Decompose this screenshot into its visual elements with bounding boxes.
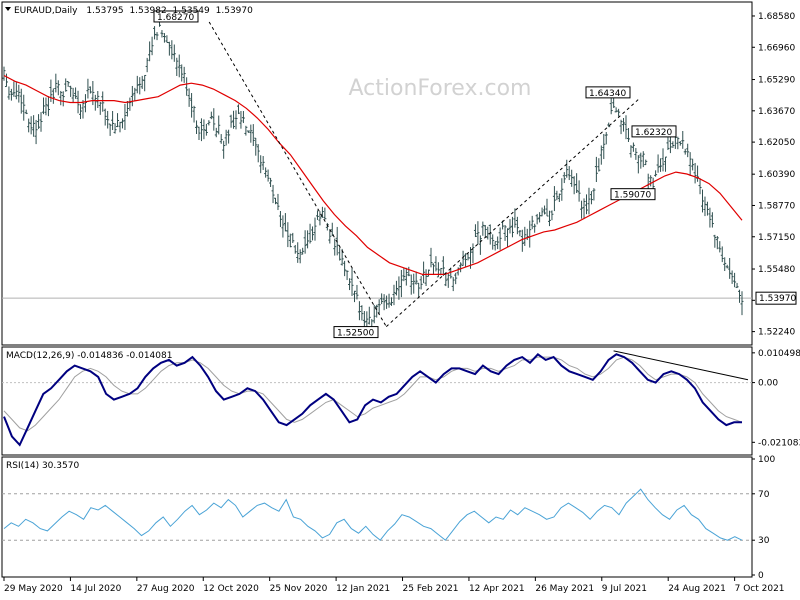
fib-trendline: [385, 97, 641, 327]
price-tick-label: 1.52240: [758, 328, 795, 338]
x-tick-label: 9 Jul 2021: [602, 584, 647, 594]
price-tick-label: 1.60390: [758, 170, 795, 180]
rsi-tick-label: 0: [758, 571, 764, 581]
annotation-label: 1.52500: [337, 329, 374, 339]
macd-signal-line: [3, 356, 743, 432]
fib-trendline: [208, 21, 387, 327]
macd-y-axis: 0.010498 0.00 -0.021083: [752, 349, 800, 448]
rsi-tick-label: 100: [758, 455, 775, 465]
rsi-tick-label: 70: [758, 490, 770, 500]
annotation-label: 1.62320: [635, 128, 672, 138]
price-tick-label: 1.65290: [758, 76, 795, 86]
x-tick-label: 26 May 2021: [535, 584, 594, 594]
x-axis: 29 May 2020 14 Jul 2020 27 Aug 2020 12 Oct …: [3, 577, 785, 594]
macd-line: [3, 352, 742, 447]
chart-svg: ActionForex.com 1.682701.525001.643401.6…: [1, 1, 800, 594]
macd-panel-title: MACD(12,26,9) -0.014836 -0.014081: [6, 351, 172, 361]
x-tick-label: 12 Jan 2021: [336, 584, 390, 594]
price-tick-label: 1.57150: [758, 233, 795, 243]
rsi-panel-frame: [1, 456, 753, 578]
x-tick-label: 14 Jul 2020: [70, 584, 121, 594]
macd-layer: [2, 350, 752, 447]
x-tick-label: 7 Oct 2021: [735, 584, 785, 594]
price-panel-frame: [1, 1, 753, 346]
price-tick-label: 1.55480: [758, 265, 795, 275]
dropdown-triangle-icon[interactable]: [5, 7, 11, 11]
x-tick-label: 29 May 2020: [4, 584, 63, 594]
annotation-label: 1.64340: [589, 89, 626, 99]
price-bars: [2, 13, 744, 333]
price-tick-label: 1.68580: [758, 12, 795, 22]
x-tick-label: 25 Feb 2021: [403, 584, 459, 594]
annotation-label: 1.59070: [614, 191, 651, 201]
rsi-line: [3, 488, 743, 541]
price-tick-label: 1.66960: [758, 43, 795, 53]
x-tick-label: 24 Aug 2021: [668, 584, 726, 594]
watermark: ActionForex.com: [349, 76, 532, 101]
price-tick-label: 1.62050: [758, 138, 795, 148]
macd-tick-label: 0.00: [758, 379, 778, 389]
x-tick-label: 27 Aug 2020: [137, 584, 195, 594]
x-tick-label: 12 Oct 2020: [203, 584, 259, 594]
current-price-label: 1.53970: [759, 294, 796, 304]
rsi-panel-title: RSI(14) 30.3570: [6, 461, 79, 471]
macd-tick-label: -0.021083: [758, 438, 800, 448]
price-tick-label: 1.58770: [758, 201, 795, 211]
rsi-layer: [2, 488, 752, 541]
x-tick-label: 25 Nov 2020: [270, 584, 328, 594]
rsi-tick-label: 30: [758, 536, 770, 546]
price-y-axis: 1.68580 1.66960 1.65290 1.63670 1.62050 1.603…: [752, 12, 797, 338]
price-tick-label: 1.63670: [758, 107, 795, 117]
price-annotations: 1.682701.525001.643401.623201.59070: [153, 10, 677, 339]
price-trendlines: [208, 21, 641, 327]
x-tick-label: 12 Apr 2021: [469, 584, 525, 594]
price-panel-title: EURAUD,Daily 1.53795 1.53982 1.53549 1.5…: [14, 6, 253, 16]
rsi-y-axis: 100 70 30 0: [752, 455, 775, 581]
macd-tick-label: 0.010498: [758, 349, 800, 359]
